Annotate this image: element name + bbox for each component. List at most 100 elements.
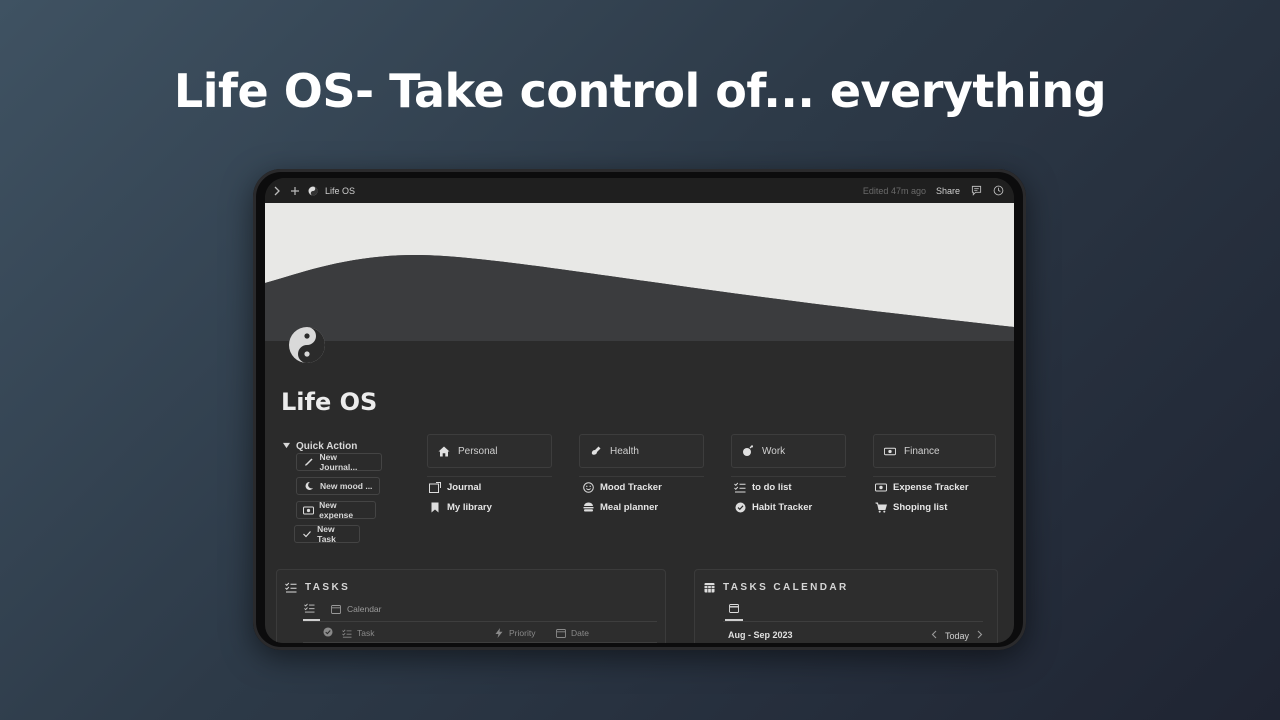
column-date-label: Date (571, 628, 589, 638)
calendar-panel: TASKS CALENDAR Aug - Sep 2023 Today (694, 569, 998, 643)
new-mood-label: New mood ... (320, 481, 373, 491)
quick-action-title: Quick Action (296, 441, 358, 452)
chevron-right-icon[interactable] (271, 185, 283, 197)
tablet-frame: Life OS Edited 47m ago Share Life OS Qui… (253, 169, 1026, 650)
link-journal[interactable]: Journal (429, 481, 481, 493)
link-habit-tracker-label: Habit Tracker (752, 501, 813, 513)
link-journal-label: Journal (447, 481, 482, 493)
category-finance-label: Finance (904, 445, 940, 457)
comment-icon[interactable] (970, 185, 982, 197)
chevron-left-icon[interactable] (931, 630, 937, 641)
top-bar: Life OS Edited 47m ago Share (265, 178, 1014, 203)
calendar-icon (555, 627, 567, 639)
divider (723, 621, 983, 622)
link-meal-planner-label: Meal planner (600, 501, 659, 513)
headline: Life OS- Take control of... everything (173, 64, 1107, 118)
calendar-view-tabs (725, 602, 743, 621)
link-my-library[interactable]: My library (429, 501, 492, 513)
new-task-button[interactable]: New Task (294, 524, 360, 544)
page-title: Life OS (281, 388, 378, 416)
money-icon (884, 445, 896, 457)
checklist-icon (734, 481, 746, 493)
link-habit-tracker[interactable]: Habit Tracker (734, 501, 812, 513)
category-finance[interactable]: Finance (873, 434, 996, 468)
clock-icon[interactable] (992, 185, 1004, 197)
category-health-label: Health (610, 445, 639, 457)
link-to-do-list[interactable]: to do list (734, 481, 792, 493)
link-to-do-list-label: to do list (752, 481, 792, 493)
burger-icon (582, 501, 594, 513)
category-personal-label: Personal (458, 445, 498, 457)
checklist-icon (285, 581, 297, 593)
money-icon (303, 504, 315, 516)
yin-yang-icon[interactable] (287, 325, 327, 365)
calendar-grid-icon (703, 581, 715, 593)
chevron-right-icon[interactable] (977, 630, 983, 641)
column-date[interactable]: Date (555, 627, 589, 639)
new-task-label: New Task (317, 524, 336, 544)
column-task[interactable]: Task (341, 627, 374, 639)
quick-action-toggle[interactable]: Quick Action (283, 441, 357, 452)
link-mood-tracker[interactable]: Mood Tracker (582, 481, 662, 493)
link-shoping-list[interactable]: Shoping list (875, 501, 947, 513)
share-button[interactable]: Share (936, 186, 960, 196)
column-task-label: Task (357, 628, 375, 638)
cover-image (265, 203, 1014, 341)
tasks-view-tabs: Calendar (303, 602, 382, 621)
dumbbell-icon (590, 445, 602, 457)
link-expense-tracker[interactable]: Expense Tracker (875, 481, 969, 493)
link-shoping-list-label: Shoping list (893, 501, 948, 513)
tasks-title: TASKS (305, 581, 351, 593)
notion-screen: Life OS Edited 47m ago Share Life OS Qui… (265, 178, 1014, 643)
new-journal-button[interactable]: New Journal... (296, 452, 382, 472)
link-mood-tracker-label: Mood Tracker (600, 481, 662, 493)
tab-calendar-label: Calendar (347, 604, 382, 614)
divider (579, 476, 704, 477)
pen-icon (303, 456, 315, 468)
smiley-icon (582, 481, 594, 493)
tasks-panel: TASKS Calendar Task Priority Date (276, 569, 666, 643)
house-icon (438, 445, 450, 457)
tasks-header: TASKS (285, 581, 350, 593)
brain-icon (742, 445, 754, 457)
link-my-library-label: My library (447, 501, 492, 513)
column-priority-label: Priority (509, 628, 536, 638)
tab-calendar-view[interactable] (725, 602, 743, 621)
divider (303, 621, 657, 622)
cart-icon (875, 501, 887, 513)
calendar-icon (728, 602, 740, 614)
category-personal[interactable]: Personal (427, 434, 552, 468)
checklist-icon (303, 602, 315, 614)
new-mood-button[interactable]: New mood ... (296, 477, 380, 495)
tab-calendar[interactable]: Calendar (330, 603, 382, 620)
category-work-label: Work (762, 445, 786, 457)
column-priority[interactable]: Priority (493, 627, 535, 639)
divider (731, 476, 846, 477)
calendar-nav: Today (931, 630, 983, 641)
plus-icon[interactable] (289, 185, 301, 197)
lightning-icon (493, 627, 505, 639)
breadcrumb-page[interactable]: Life OS (325, 186, 355, 196)
money-icon (875, 481, 887, 493)
calendar-title: TASKS CALENDAR (723, 581, 849, 593)
calendar-icon (330, 603, 342, 615)
link-meal-planner[interactable]: Meal planner (582, 501, 658, 513)
check-icon (301, 528, 312, 540)
new-expense-button[interactable]: New expense (296, 500, 376, 520)
checklist-icon (341, 627, 353, 639)
journal-icon (429, 481, 441, 493)
edited-timestamp: Edited 47m ago (862, 185, 926, 196)
tab-list[interactable] (303, 602, 320, 621)
divider (427, 476, 552, 477)
divider (303, 642, 657, 643)
moon-icon (303, 480, 315, 492)
new-expense-label: New expense (319, 500, 354, 520)
yin-yang-small-icon (307, 185, 319, 197)
check-circle-icon (323, 627, 333, 637)
today-button[interactable]: Today (945, 631, 969, 641)
category-health[interactable]: Health (579, 434, 704, 468)
category-work[interactable]: Work (731, 434, 846, 468)
new-journal-label: New Journal... (319, 452, 358, 472)
bookmark-icon (429, 501, 441, 513)
triangle-down-icon (283, 441, 290, 452)
